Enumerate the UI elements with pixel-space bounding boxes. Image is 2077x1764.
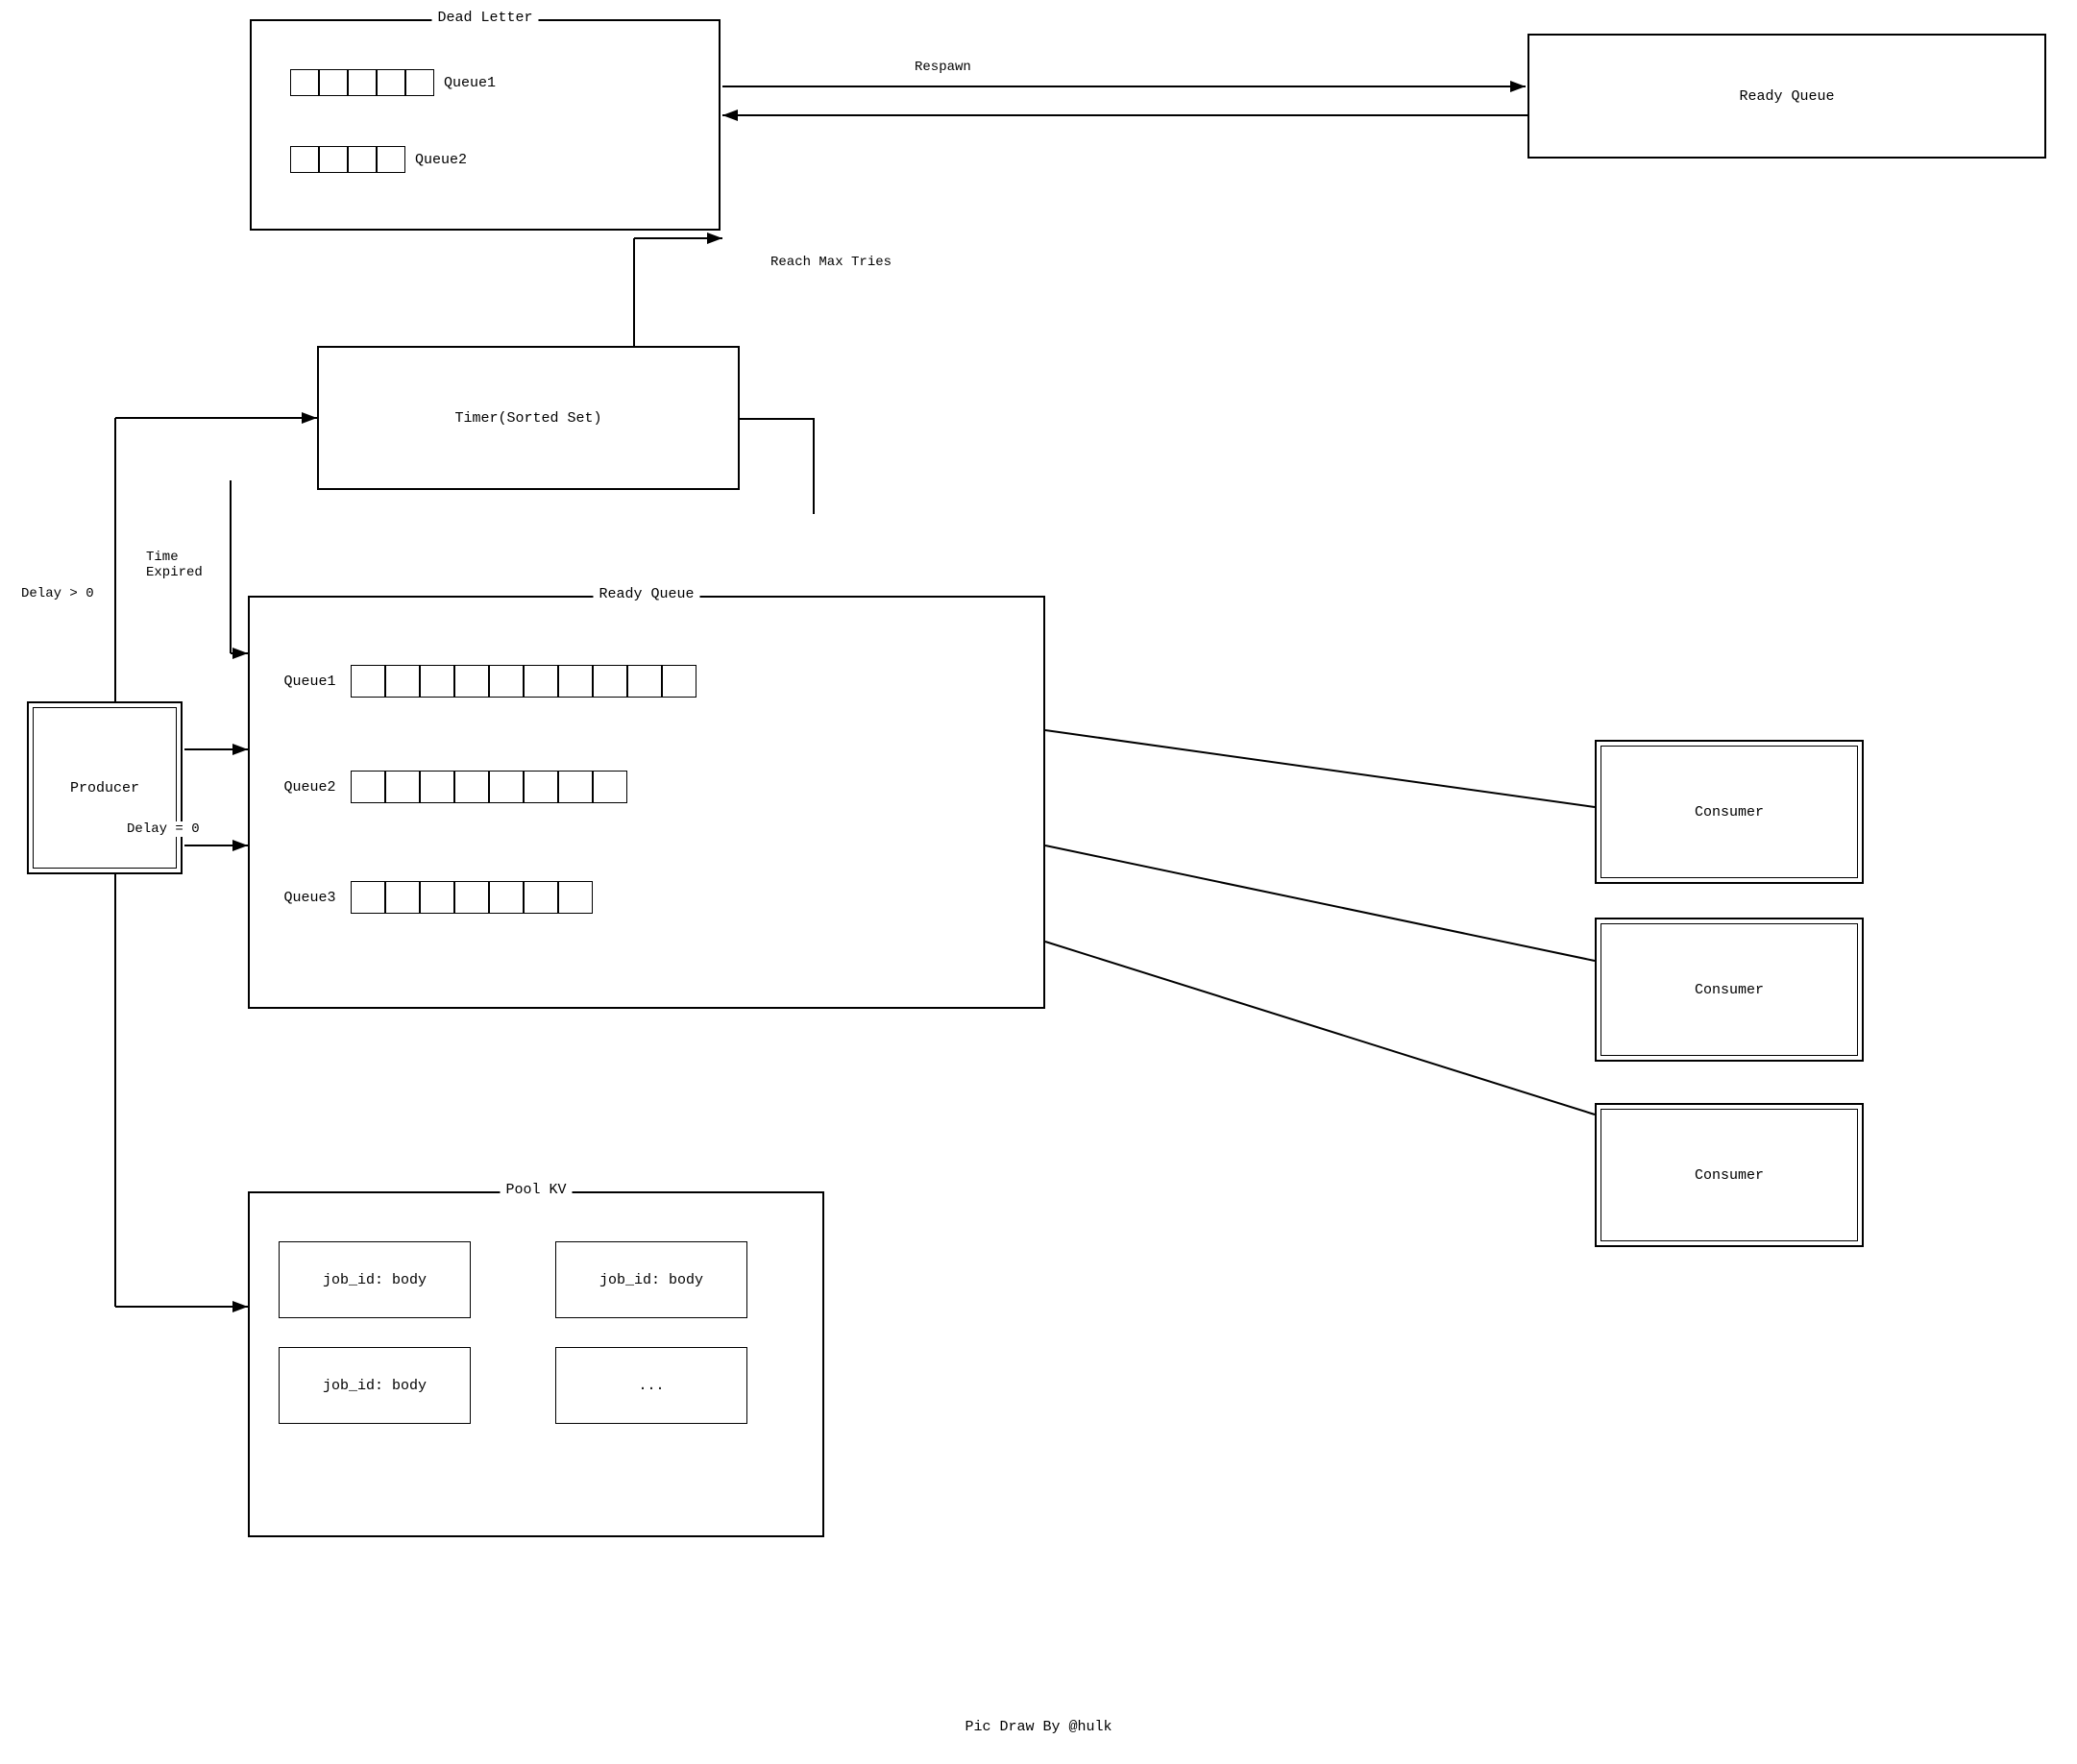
consumer1-label: Consumer bbox=[1695, 804, 1764, 821]
ready-queue-top-box: Ready Queue bbox=[1527, 34, 2046, 159]
rq-queue2-cells bbox=[351, 771, 627, 803]
dead-letter-box: Dead Letter Queue1 Queue2 bbox=[250, 19, 721, 231]
rq-queue3-cells bbox=[351, 881, 593, 914]
dead-letter-queue2-label: Queue2 bbox=[415, 152, 467, 168]
ready-queue-main-box: Ready Queue Queue1 Queue2 Queue3 bbox=[248, 596, 1045, 1009]
diagram-container: Dead Letter Queue1 Queue2 Ready Queue Re… bbox=[0, 0, 2077, 1764]
producer-box: Producer bbox=[27, 701, 183, 874]
pool-kv-item2: job_id: body bbox=[555, 1241, 747, 1318]
consumer3-box: Consumer bbox=[1595, 1103, 1864, 1247]
consumer2-label: Consumer bbox=[1695, 982, 1764, 998]
consumer1-box: Consumer bbox=[1595, 740, 1864, 884]
ready-queue-main-title: Ready Queue bbox=[593, 586, 699, 602]
timer-box: Timer(Sorted Set) bbox=[317, 346, 740, 490]
consumer2-box: Consumer bbox=[1595, 918, 1864, 1062]
ready-queue-top-label: Ready Queue bbox=[1739, 88, 1834, 105]
rq-queue1-cells bbox=[351, 665, 696, 698]
pool-kv-item1: job_id: body bbox=[279, 1241, 471, 1318]
pool-kv-item4: ... bbox=[555, 1347, 747, 1424]
pool-kv-title: Pool KV bbox=[500, 1182, 572, 1198]
producer-label: Producer bbox=[70, 780, 139, 796]
dead-letter-queue1-label: Queue1 bbox=[444, 75, 496, 91]
time-expired-label: TimeExpired bbox=[144, 550, 205, 580]
delay-eq-0-label: Delay = 0 bbox=[125, 821, 202, 837]
dead-letter-queue2-cells bbox=[290, 146, 405, 173]
respawn-label: Respawn bbox=[913, 60, 973, 75]
rq-queue2-label: Queue2 bbox=[279, 779, 341, 796]
pool-kv-item3: job_id: body bbox=[279, 1347, 471, 1424]
timer-label: Timer(Sorted Set) bbox=[454, 410, 601, 427]
dead-letter-title: Dead Letter bbox=[431, 10, 538, 26]
rq-queue3-label: Queue3 bbox=[279, 890, 341, 906]
rq-queue1-label: Queue1 bbox=[279, 674, 341, 690]
dead-letter-queue1-cells bbox=[290, 69, 434, 96]
reach-max-tries-label: Reach Max Tries bbox=[769, 255, 893, 270]
footer-label: Pic Draw By @hulk bbox=[965, 1719, 1112, 1735]
consumer3-label: Consumer bbox=[1695, 1167, 1764, 1184]
pool-kv-box: Pool KV job_id: body job_id: body job_id… bbox=[248, 1191, 824, 1537]
delay-gt-0-label: Delay > 0 bbox=[19, 586, 96, 601]
